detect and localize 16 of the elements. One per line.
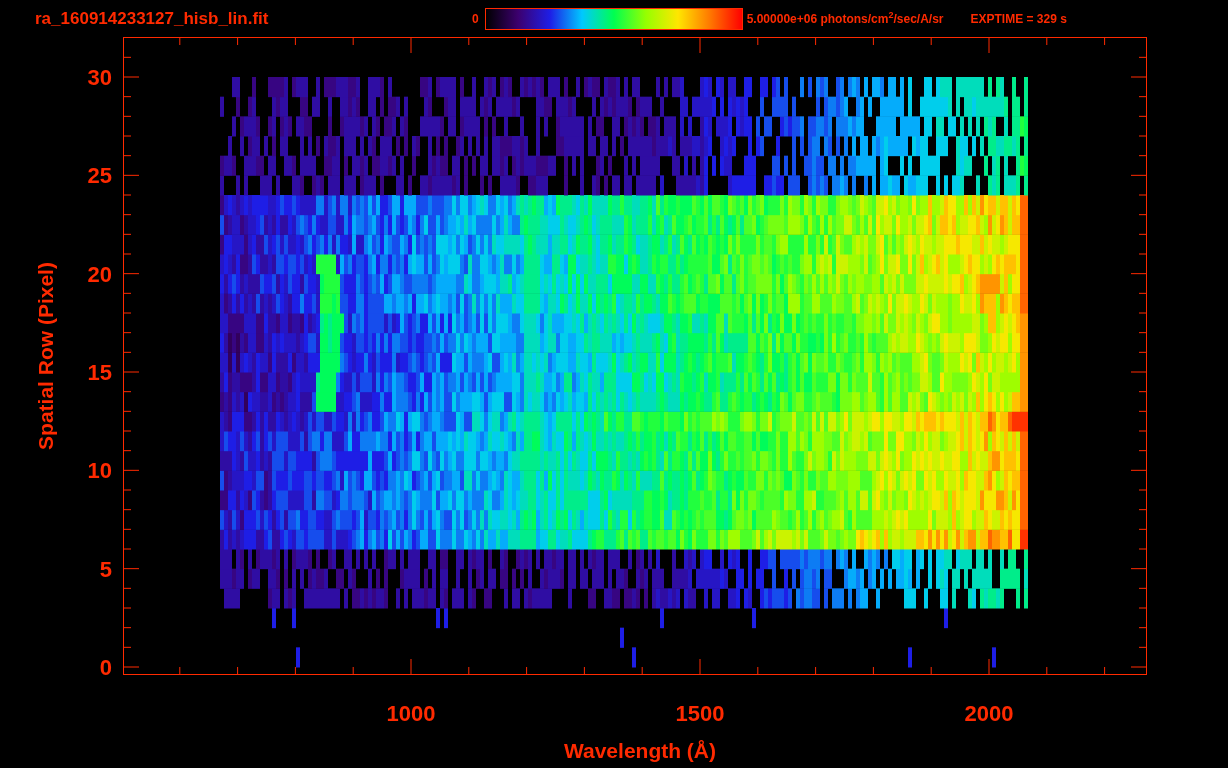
y-tick-label: 30 <box>87 65 112 90</box>
y-tick-label: 15 <box>87 360 112 385</box>
x-axis-title: Wavelength (Å) <box>563 739 717 762</box>
y-tick-label: 0 <box>99 655 112 680</box>
x-tick-label: 1000 <box>386 701 436 726</box>
colorbar-max-label: 5.00000e+06 photons/cm$^{2}$/sec/A/sr <box>746 9 944 28</box>
x-tick-label: 1500 <box>675 701 725 726</box>
y-tick-label: 25 <box>87 163 112 189</box>
y-tick-label: 20 <box>87 261 112 287</box>
y-axis-title: Spatial Row (Pixel) <box>34 262 57 450</box>
file-title: ra_160914233127_hisb_lin.fit <box>35 7 270 30</box>
x-tick-label: 2000 <box>964 701 1014 726</box>
y-tick-label: 10 <box>87 458 112 484</box>
y-tick-label: 5 <box>99 556 112 582</box>
colorbar-min-label: 0 <box>472 10 479 28</box>
exposure-label: EXPTIME = 329 s <box>970 10 1067 28</box>
